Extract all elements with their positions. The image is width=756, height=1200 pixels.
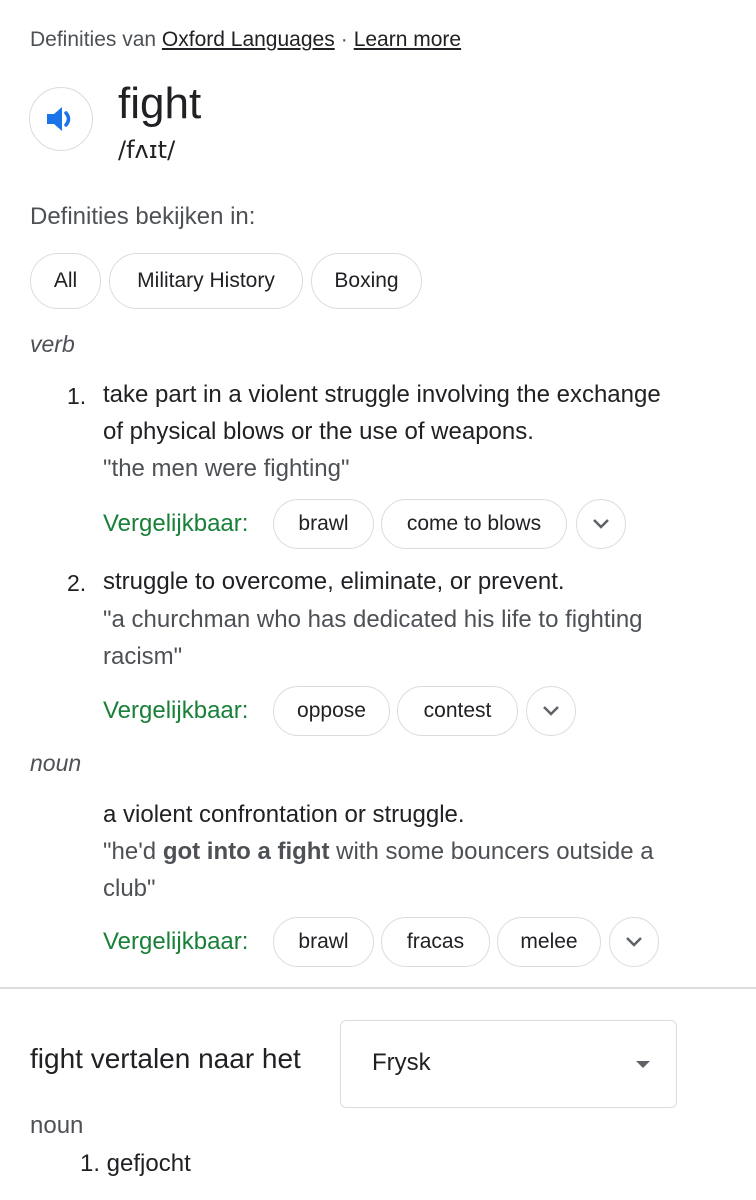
separator-dot: · bbox=[340, 28, 348, 51]
phonetic: /fʌɪt/ bbox=[118, 136, 176, 164]
section-divider bbox=[0, 987, 756, 989]
translate-title: fight vertalen naar het bbox=[30, 1043, 301, 1074]
pronounce-button[interactable] bbox=[29, 87, 93, 151]
chevron-down-icon bbox=[543, 706, 559, 716]
filter-chip-military-history[interactable]: Military History bbox=[109, 253, 303, 309]
definition-text: take part in a violent struggle involvin… bbox=[103, 376, 661, 450]
example-sentence: "he'd got into a fight with some bouncer… bbox=[103, 833, 654, 907]
example-line: "a churchman who has dedicated his life … bbox=[103, 606, 643, 633]
headword: fight bbox=[118, 79, 202, 128]
expand-synonyms-button[interactable] bbox=[609, 917, 659, 967]
definition-text: struggle to overcome, eliminate, or prev… bbox=[103, 568, 565, 595]
example-line: racism" bbox=[103, 643, 183, 670]
chevron-down-icon bbox=[626, 937, 642, 947]
similar-label: Vergelijkbaar: bbox=[103, 697, 249, 724]
part-of-speech-verb: verb bbox=[30, 331, 75, 357]
definition-line: of physical blows or the use of weapons. bbox=[103, 418, 534, 445]
volume-icon bbox=[47, 107, 71, 131]
translation-item: 1. gefjocht bbox=[80, 1150, 191, 1177]
attribution-prefix: Definities van bbox=[30, 28, 157, 51]
example-sentence: "a churchman who has dedicated his life … bbox=[103, 601, 643, 675]
learn-more-link[interactable]: Learn more bbox=[354, 28, 461, 51]
definition-number: 2. bbox=[67, 570, 87, 596]
definition-line: take part in a violent struggle involvin… bbox=[103, 381, 661, 408]
example-line: club" bbox=[103, 875, 156, 902]
example-highlight: got into a fight bbox=[162, 838, 330, 865]
language-select[interactable]: Frysk bbox=[340, 1020, 677, 1108]
filter-chip-boxing[interactable]: Boxing bbox=[311, 253, 422, 309]
oxford-languages-link[interactable]: Oxford Languages bbox=[162, 28, 335, 51]
see-definitions-label: Definities bekijken in: bbox=[30, 203, 256, 230]
synonym-chip[interactable]: brawl bbox=[273, 917, 374, 967]
example-line: "he'd got into a fight with some bouncer… bbox=[103, 838, 654, 865]
filter-chip-all[interactable]: All bbox=[30, 253, 101, 309]
synonym-chip[interactable]: come to blows bbox=[381, 499, 567, 549]
attribution: Definities van Oxford Languages · Learn mo… bbox=[30, 28, 461, 52]
part-of-speech-noun: noun bbox=[30, 750, 82, 776]
translation-part-of-speech: noun bbox=[30, 1112, 84, 1139]
definition-number: 1. bbox=[67, 383, 87, 409]
expand-synonyms-button[interactable] bbox=[576, 499, 626, 549]
similar-label: Vergelijkbaar: bbox=[103, 510, 249, 537]
chevron-down-icon bbox=[593, 519, 609, 529]
definition-text: a violent confrontation or struggle. bbox=[103, 801, 465, 828]
dropdown-caret-icon bbox=[636, 1061, 650, 1068]
synonym-chip[interactable]: oppose bbox=[273, 686, 390, 736]
synonym-chip[interactable]: melee bbox=[497, 917, 601, 967]
synonym-chip[interactable]: contest bbox=[397, 686, 518, 736]
language-select-value: Frysk bbox=[372, 1049, 431, 1076]
similar-label: Vergelijkbaar: bbox=[103, 928, 249, 955]
expand-synonyms-button[interactable] bbox=[526, 686, 576, 736]
example-sentence: "the men were fighting" bbox=[103, 455, 350, 482]
synonym-chip[interactable]: brawl bbox=[273, 499, 374, 549]
synonym-chip[interactable]: fracas bbox=[381, 917, 490, 967]
